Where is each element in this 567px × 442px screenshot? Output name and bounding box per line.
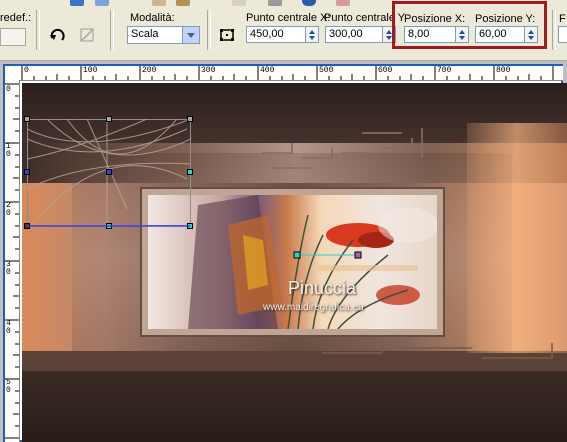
partial-label: F — [559, 13, 566, 25]
lower-ornaments — [322, 341, 553, 359]
save-as-icon[interactable] — [95, 0, 109, 6]
highlight-box — [392, 1, 547, 49]
resize-handle[interactable] — [24, 116, 30, 122]
separator — [110, 10, 114, 50]
ruler-label: 4 0 — [6, 319, 11, 336]
ruler-label: 1 0 — [6, 142, 11, 159]
presets-label: redef.: — [0, 12, 32, 24]
separator — [552, 10, 556, 50]
separator — [36, 10, 40, 50]
center-x-value: 450,00 — [250, 28, 284, 40]
deco-lines — [262, 128, 423, 169]
center-x-input[interactable]: 450,00 — [246, 26, 306, 43]
undo-icon[interactable] — [152, 0, 166, 6]
ruler-label: 800 — [496, 66, 511, 75]
flip-icon[interactable] — [77, 25, 97, 45]
help-icon[interactable] — [302, 0, 316, 6]
save-icon[interactable] — [70, 0, 84, 6]
ruler-label: 3 0 — [6, 260, 11, 277]
ruler-label: 500 — [319, 66, 334, 75]
mode-icon[interactable] — [217, 25, 237, 45]
center-x-spinner[interactable] — [306, 26, 319, 43]
dropdown-arrow-icon[interactable] — [182, 27, 199, 43]
resize-handle[interactable] — [187, 116, 193, 122]
mode-value: Scala — [131, 28, 159, 40]
ruler-label: 400 — [260, 66, 275, 75]
ruler-label: 100 — [83, 66, 98, 75]
separator — [207, 10, 211, 50]
background-band — [22, 371, 567, 442]
ruler-label: 2 0 — [6, 201, 11, 218]
paste-icon[interactable] — [232, 0, 246, 6]
mode-label: Modalità: — [130, 12, 175, 24]
copy-icon[interactable] — [176, 0, 190, 6]
watermark-title: Pinuccia — [288, 278, 357, 298]
ruler-label: 0 — [24, 66, 29, 75]
selection-edge — [27, 225, 190, 227]
vertical-ruler[interactable]: 0 1 0 2 0 3 0 4 0 5 0 — [5, 80, 20, 442]
rotate-icon[interactable] — [48, 25, 68, 45]
mode-select[interactable]: Scala — [127, 26, 200, 44]
presets-dropdown[interactable] — [0, 28, 26, 46]
background-glow — [467, 123, 567, 353]
partial-input[interactable] — [558, 26, 567, 43]
inner-artwork: Pinuccia www.maidiregrafica.eu — [148, 195, 437, 329]
center-y-input[interactable]: 300,00 — [325, 26, 383, 43]
horizontal-ruler[interactable]: 0 100 200 300 400 500 600 700 800 — [5, 66, 563, 81]
spin-down-icon[interactable] — [309, 36, 315, 40]
ruler-label: 200 — [142, 66, 157, 75]
ruler-label: 600 — [378, 66, 393, 75]
tool-icon[interactable] — [268, 0, 282, 6]
ruler-label: 700 — [437, 66, 452, 75]
ruler-label: 0 — [6, 85, 11, 94]
resize-handle[interactable] — [106, 116, 112, 122]
ruler-label: 300 — [201, 66, 216, 75]
resize-handle[interactable] — [24, 169, 30, 175]
ruler-label: 5 0 — [6, 378, 11, 395]
spin-up-icon[interactable] — [309, 30, 315, 34]
resize-handle[interactable] — [187, 169, 193, 175]
rotation-center-handle[interactable] — [106, 169, 112, 175]
center-x-label: Punto centrale X: — [246, 12, 331, 24]
center-y-value: 300,00 — [329, 28, 363, 40]
image-canvas[interactable]: Pinuccia www.maidiregrafica.eu — [22, 83, 567, 442]
eraser-icon[interactable] — [336, 0, 350, 6]
watermark-url: www.maidiregrafica.eu — [263, 302, 364, 313]
